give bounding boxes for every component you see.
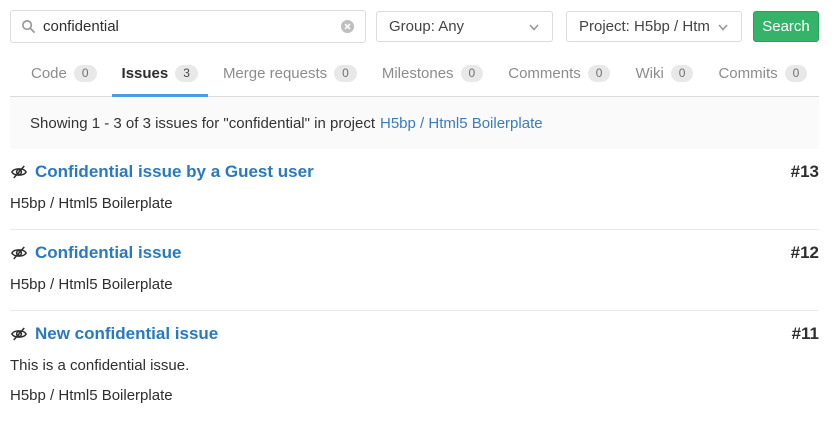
group-filter-dropdown[interactable]: Group: Any xyxy=(376,11,553,42)
issue-result-head: New confidential issue #11 xyxy=(10,324,819,344)
tab-merge-requests-label: Merge requests xyxy=(223,65,327,82)
issue-title-link[interactable]: Confidential issue by a Guest user xyxy=(35,162,314,182)
search-results-page: Group: Any Project: H5bp / Html5 ... Sea… xyxy=(0,0,835,421)
issue-result-row: Confidential issue #12 H5bp / Html5 Boil… xyxy=(10,230,819,311)
tab-issues[interactable]: Issues 3 xyxy=(112,55,208,97)
tab-wiki-count-badge: 0 xyxy=(671,65,694,82)
tab-commits[interactable]: Commits 0 xyxy=(708,55,817,97)
issue-title-wrap: New confidential issue xyxy=(10,324,218,344)
search-input[interactable] xyxy=(10,10,366,43)
tab-issues-count-badge: 3 xyxy=(175,65,198,82)
chevron-down-icon xyxy=(528,21,540,33)
chevron-down-icon xyxy=(717,21,729,33)
issue-title-wrap: Confidential issue xyxy=(10,243,181,263)
issue-result-row: New confidential issue #11 This is a con… xyxy=(10,311,819,421)
issue-id: #12 xyxy=(791,243,819,263)
results-list: Confidential issue by a Guest user #13 H… xyxy=(10,149,819,421)
search-field-wrapper xyxy=(10,10,366,43)
issue-project-name: H5bp / Html5 Boilerplate xyxy=(10,276,819,293)
tab-wiki[interactable]: Wiki 0 xyxy=(625,55,703,97)
eye-slash-icon xyxy=(10,244,28,262)
search-scope-tabs: Code 0 Issues 3 Merge requests 0 Milesto… xyxy=(10,55,819,97)
eye-slash-icon xyxy=(10,163,28,181)
tab-code-label: Code xyxy=(31,65,67,82)
group-filter-label: Group: Any xyxy=(389,18,464,35)
tab-code[interactable]: Code 0 xyxy=(21,55,107,97)
issue-result-head: Confidential issue #12 xyxy=(10,243,819,263)
tab-commits-count-badge: 0 xyxy=(785,65,808,82)
tab-comments-label: Comments xyxy=(508,65,581,82)
issue-title-link[interactable]: New confidential issue xyxy=(35,324,218,344)
issue-result-row: Confidential issue by a Guest user #13 H… xyxy=(10,149,819,230)
project-filter-dropdown[interactable]: Project: H5bp / Html5 ... xyxy=(566,11,742,42)
issue-project-name: H5bp / Html5 Boilerplate xyxy=(10,387,819,404)
tab-comments[interactable]: Comments 0 xyxy=(498,55,620,97)
summary-project-link[interactable]: H5bp / Html5 Boilerplate xyxy=(380,115,543,132)
tab-milestones-count-badge: 0 xyxy=(461,65,484,82)
issue-id: #11 xyxy=(792,324,819,344)
issue-result-head: Confidential issue by a Guest user #13 xyxy=(10,162,819,182)
search-filter-bar: Group: Any Project: H5bp / Html5 ... Sea… xyxy=(10,0,819,43)
results-summary-banner: Showing 1 - 3 of 3 issues for "confident… xyxy=(10,97,819,149)
search-icon xyxy=(21,19,36,34)
tab-comments-count-badge: 0 xyxy=(588,65,611,82)
issue-project-name: H5bp / Html5 Boilerplate xyxy=(10,195,819,212)
tab-commits-label: Commits xyxy=(718,65,777,82)
project-filter-label: Project: H5bp / Html5 ... xyxy=(579,18,709,35)
issue-id: #13 xyxy=(791,162,819,182)
tab-issues-label: Issues xyxy=(122,65,169,82)
tab-merge-requests[interactable]: Merge requests 0 xyxy=(213,55,367,97)
search-button[interactable]: Search xyxy=(753,11,819,42)
tab-wiki-label: Wiki xyxy=(635,65,663,82)
results-summary-text: Showing 1 - 3 of 3 issues for "confident… xyxy=(30,115,375,132)
tab-merge-requests-count-badge: 0 xyxy=(334,65,357,82)
issue-title-link[interactable]: Confidential issue xyxy=(35,243,181,263)
issue-description: This is a confidential issue. xyxy=(10,357,819,374)
clear-search-icon[interactable] xyxy=(340,19,355,34)
tab-milestones-label: Milestones xyxy=(382,65,454,82)
tab-code-count-badge: 0 xyxy=(74,65,97,82)
issue-title-wrap: Confidential issue by a Guest user xyxy=(10,162,314,182)
tab-milestones[interactable]: Milestones 0 xyxy=(372,55,493,97)
eye-slash-icon xyxy=(10,325,28,343)
